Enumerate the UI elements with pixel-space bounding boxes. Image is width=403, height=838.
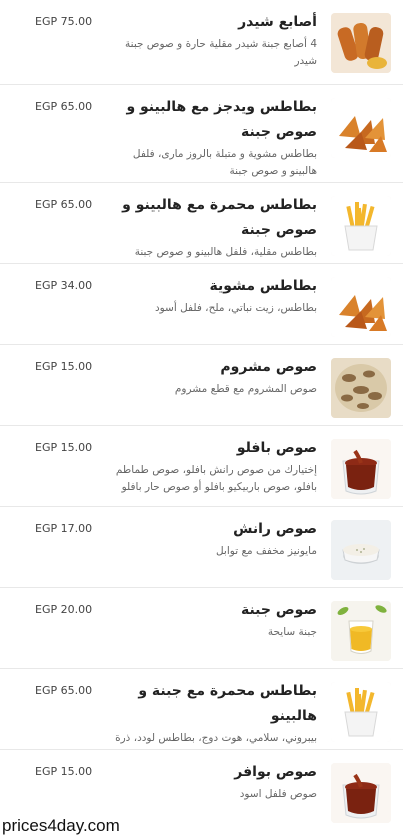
item-price: EGP 65.00 [35,198,93,211]
menu-item[interactable]: صوص بوافر صوص فلفل اسود EGP 15.00 [0,750,403,823]
watermark: prices4day.com [2,816,120,835]
menu-item[interactable]: صوص بافلو إختيارك من صوص رانش بافلو، صوص… [0,426,403,507]
item-description: بطاطس، زيت نباتي، ملح، فلفل أسود [154,302,317,314]
item-price: EGP 17.00 [35,522,93,535]
item-price: EGP 15.00 [35,360,93,373]
item-description: بطاطس مقلية، فلفل هالبينو و صوص جبنة [134,246,317,258]
fries-photo [331,682,391,742]
menu-item[interactable]: بطاطس محمرة مع هالبينو و صوص جبنة بطاطس … [0,183,403,264]
item-price: EGP 15.00 [35,765,93,778]
menu-item[interactable]: بطاطس محمرة مع جبنة و هالبينو بيبروني، س… [0,669,403,761]
fries-photo [331,196,391,256]
item-description: صوص فلفل اسود [239,788,317,800]
bbq-sauce-photo [331,439,391,499]
item-description: بطاطس مشوية و متبلة بالروز مارى، فلفل ها… [132,148,317,177]
item-title: بطاطس ويدجز مع هالبينو و صوص جبنة [126,99,317,140]
item-description: 4 أصابع جبنة شيدر مقلية حارة و صوص جبنة … [125,38,317,67]
item-price: EGP 65.00 [35,100,93,113]
item-title: أصابع شيدر [238,14,317,30]
item-price: EGP 15.00 [35,441,93,454]
cheese-sauce-photo [331,601,391,661]
menu-item[interactable]: أصابع شيدر 4 أصابع جبنة شيدر مقلية حارة … [0,0,403,85]
item-title: صوص جبنة [240,602,317,618]
item-description: إختيارك من صوص رانش بافلو، صوص طماطم باف… [115,464,317,493]
item-price: EGP 65.00 [35,684,93,697]
cheddar-fingers-photo [331,13,391,73]
wedges-photo [331,277,391,337]
menu-item[interactable]: صوص رانش مايونيز مخفف مع توابل EGP 17.00 [0,507,403,588]
item-description: جبنة سايحة [267,626,317,638]
item-description: صوص المشروم مع قطع مشروم [174,383,317,395]
ranch-sauce-photo [331,520,391,580]
menu-item[interactable]: صوص مشروم صوص المشروم مع قطع مشروم EGP 1… [0,345,403,426]
menu-item[interactable]: بطاطس ويدجز مع هالبينو و صوص جبنة بطاطس … [0,85,403,183]
item-title: صوص مشروم [220,359,317,375]
item-title: صوص بوافر [234,764,317,780]
item-price: EGP 20.00 [35,603,93,616]
item-title: بطاطس محمرة مع هالبينو و صوص جبنة [122,197,317,238]
mushroom-sauce-photo [331,358,391,418]
item-title: صوص رانش [233,521,317,537]
item-title: بطاطس مشوية [209,278,317,294]
bbq-sauce-photo [331,763,391,823]
item-title: بطاطس محمرة مع جبنة و هالبينو [138,683,317,724]
item-price: EGP 75.00 [35,15,93,28]
item-price: EGP 34.00 [35,279,93,292]
menu-item[interactable]: بطاطس مشوية بطاطس، زيت نباتي، ملح، فلفل … [0,264,403,345]
item-description: مايونيز مخفف مع توابل [215,545,317,557]
menu-item[interactable]: صوص جبنة جبنة سايحة EGP 20.00 [0,588,403,669]
item-title: صوص بافلو [236,440,317,456]
wedges-photo [331,98,391,158]
